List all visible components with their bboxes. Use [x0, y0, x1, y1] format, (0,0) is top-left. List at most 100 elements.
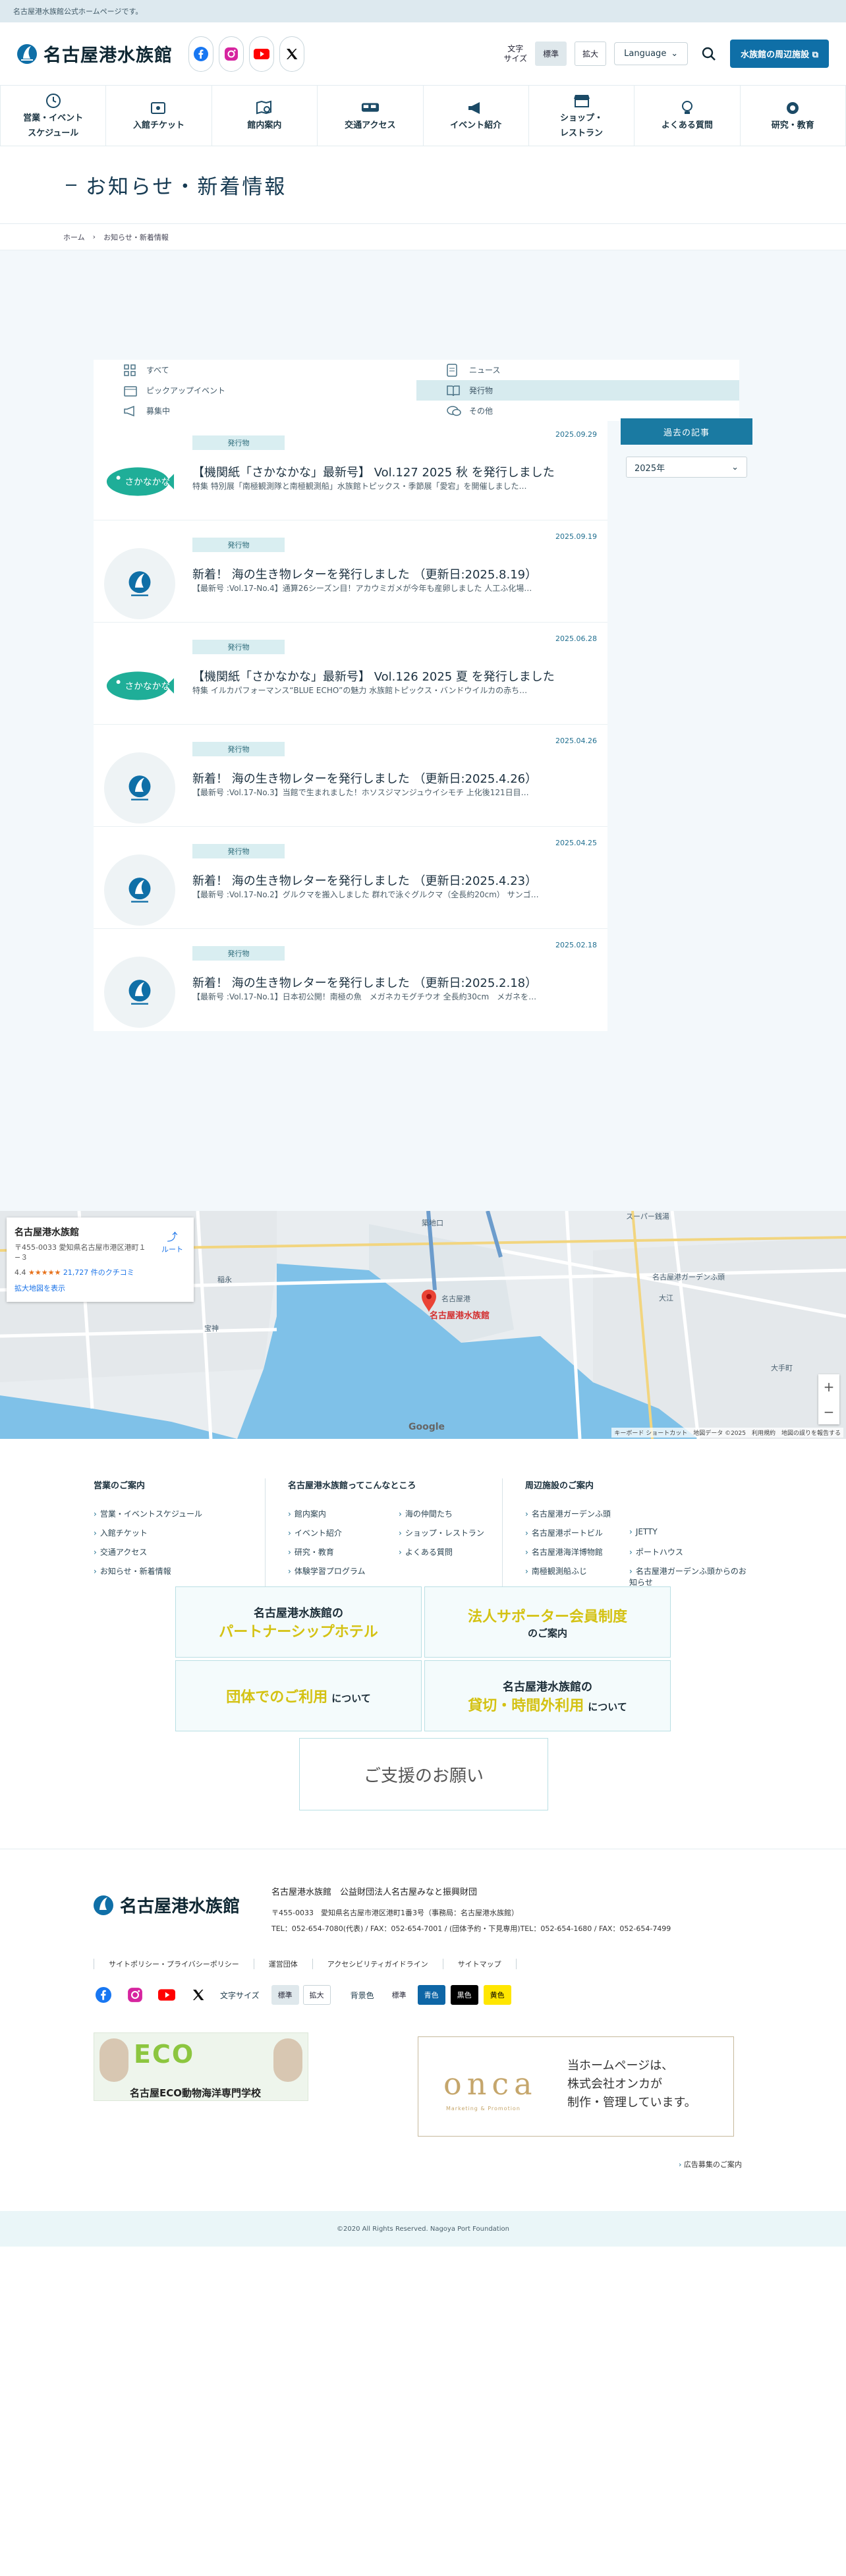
footer-link[interactable]: 海の仲間たち: [399, 1508, 502, 1519]
year-select[interactable]: 2025年 ⌄: [626, 457, 747, 478]
nav-research[interactable]: 研究・教育: [741, 86, 846, 146]
x-icon: [193, 1990, 204, 2000]
student-photo: [273, 2038, 302, 2082]
search-button[interactable]: [696, 41, 722, 67]
text-size-large-button[interactable]: 拡大: [575, 42, 607, 66]
nav-ticket[interactable]: 入館チケット: [106, 86, 212, 146]
footer-link[interactable]: 名古屋港海洋博物館: [525, 1546, 617, 1557]
footer-menu-item[interactable]: サイトポリシー・プライバシーポリシー: [94, 1959, 254, 1969]
nav-access[interactable]: 交通アクセス: [318, 86, 424, 146]
instagram-icon: [225, 47, 238, 61]
instagram-link[interactable]: [125, 1985, 145, 2005]
onca-banner[interactable]: onca Marketing & Promotion 当ホームページは、 株式会…: [418, 2036, 734, 2137]
nav-schedule[interactable]: 営業・イベント スケジュール: [0, 86, 107, 146]
google-map[interactable]: 築地口 名古屋港 大手町 稲永 宝神 大江 名古屋港ガーデンふ頭 スーパー銭湯 …: [0, 1211, 846, 1439]
nearby-facilities-button[interactable]: 水族館の周辺施設 ⧉: [730, 40, 829, 68]
bg-blue-button[interactable]: 青色: [417, 1985, 445, 2005]
facebook-icon: [96, 1987, 111, 2003]
footer-link[interactable]: よくある質問: [399, 1546, 502, 1557]
news-desc: 【最新号 :Vol.17-No.3】当館で生まれました！ホソスジマンジュウイシモ…: [192, 788, 529, 797]
text-size-standard-button[interactable]: 標準: [271, 1985, 299, 2005]
footer-menu-item[interactable]: サイトマップ: [442, 1959, 517, 1969]
text-size-standard-button[interactable]: 標準: [535, 42, 567, 66]
larger-map-link[interactable]: 拡大地図を表示: [14, 1283, 186, 1293]
private-rental-banner[interactable]: 名古屋港水族館の 貸切・時間外利用 について: [424, 1660, 671, 1731]
student-photo: [99, 2038, 128, 2082]
aquarium-logo-icon: [17, 43, 37, 64]
footer-link[interactable]: 交通アクセス: [94, 1546, 265, 1557]
support-request-banner[interactable]: ご支援のお願い: [299, 1738, 548, 1810]
text-size-large-button[interactable]: 拡大: [302, 1985, 331, 2005]
bg-yellow-button[interactable]: 黄色: [483, 1985, 511, 2005]
x-link[interactable]: [188, 1985, 208, 2005]
footer-link[interactable]: 南極観測船ふじ: [525, 1565, 617, 1588]
news-date: 2025.09.19: [555, 532, 597, 541]
footer-link[interactable]: 体験学習プログラム: [288, 1565, 502, 1577]
footer-link[interactable]: 館内案内: [288, 1508, 387, 1519]
footer-link[interactable]: イベント紹介: [288, 1527, 387, 1538]
news-title: 新着！ 海の生き物レターを発行しました （更新日:2025.2.18）: [192, 976, 538, 990]
footer-logo[interactable]: 名古屋港水族館: [94, 1893, 240, 1917]
external-link-icon: ⧉: [812, 50, 818, 60]
nav-events[interactable]: イベント紹介: [424, 86, 529, 146]
route-button[interactable]: ⤴ ルート: [161, 1228, 183, 1254]
nav-shop[interactable]: ショップ・ レストラン: [529, 86, 635, 146]
facebook-link[interactable]: [188, 36, 213, 72]
nav-faq[interactable]: よくある質問: [634, 86, 741, 146]
map-place: 大手町: [771, 1364, 793, 1372]
footer-menu-item[interactable]: 運営団体: [253, 1959, 312, 1969]
breadcrumb-home[interactable]: ホーム: [63, 232, 85, 242]
zoom-out-button[interactable]: −: [824, 1404, 835, 1420]
site-header: 名古屋港水族館 文字 サイズ 標準 拡大 Language ⌄ 水族館の周辺施設 ⧉: [0, 22, 846, 86]
nav-floor-guide[interactable]: 館内案内: [212, 86, 318, 146]
footer-link[interactable]: JETTY: [629, 1527, 752, 1538]
youtube-link[interactable]: [249, 36, 274, 72]
filter-all[interactable]: すべて: [94, 360, 416, 380]
instagram-link[interactable]: [219, 36, 244, 72]
breadcrumb-current: お知らせ・新着情報: [103, 233, 169, 242]
map-place: 名古屋港: [441, 1295, 470, 1303]
site-logo[interactable]: 名古屋港水族館: [17, 41, 173, 67]
footer-menu-item[interactable]: アクセシビリティガイドライン: [312, 1959, 443, 1969]
eco-school-banner[interactable]: ECO 名古屋ECO動物海洋専門学校: [94, 2032, 308, 2101]
filter-pickup-event[interactable]: ピックアップイベント: [94, 380, 416, 401]
news-list: さかなかな 発行物 2025.09.29 【機関紙「さかなかな」最新号】 Vol…: [94, 418, 607, 1031]
ad-recruitment-link[interactable]: 広告募集のご案内: [679, 2159, 742, 2170]
footer-col-guide: 営業のご案内 営業・イベントスケジュール 入館チケット 交通アクセス お知らせ・…: [94, 1478, 265, 1588]
news-title: 新着！ 海の生き物レターを発行しました （更新日:2025.4.26）: [192, 772, 538, 786]
footer-link[interactable]: ショップ・レストラン: [399, 1527, 502, 1538]
corporate-supporter-banner[interactable]: 法人サポーター会員制度 のご案内: [424, 1586, 671, 1658]
news-item[interactable]: さかなかな 発行物 2025.09.29 【機関紙「さかなかな」最新号】 Vol…: [94, 418, 607, 520]
x-link[interactable]: [279, 36, 304, 72]
microscope-icon: [783, 99, 802, 117]
footer-link[interactable]: 名古屋港ポートビル: [525, 1527, 617, 1538]
footer-link[interactable]: お知らせ・新着情報: [94, 1565, 265, 1577]
news-item[interactable]: 発行物 2025.04.26 新着！ 海の生き物レターを発行しました （更新日:…: [94, 725, 607, 827]
news-item[interactable]: さかなかな 発行物 2025.06.28 【機関紙「さかなかな」最新号】 Vol…: [94, 623, 607, 725]
footer-link[interactable]: ポートハウス: [629, 1546, 752, 1557]
partnership-hotel-banner[interactable]: 名古屋港水族館の パートナーシップホテル: [175, 1586, 422, 1658]
bg-standard-button[interactable]: 標準: [385, 1986, 412, 2004]
youtube-link[interactable]: [157, 1985, 177, 2005]
facebook-link[interactable]: [94, 1985, 113, 2005]
footer-links: 営業のご案内 営業・イベントスケジュール 入館チケット 交通アクセス お知らせ・…: [0, 1439, 846, 1588]
bg-black-button[interactable]: 黒色: [450, 1985, 478, 2005]
group-use-banner[interactable]: 団体でのご利用 について: [175, 1660, 422, 1731]
facebook-icon: [194, 46, 208, 61]
sns-links: [188, 36, 304, 72]
footer-link[interactable]: 営業・イベントスケジュール: [94, 1508, 265, 1519]
footer-link[interactable]: 名古屋港ガーデンふ頭: [525, 1508, 752, 1519]
news-item[interactable]: 発行物 2025.09.19 新着！ 海の生き物レターを発行しました （更新日:…: [94, 520, 607, 623]
news-item[interactable]: 発行物 2025.02.18 新着！ 海の生き物レターを発行しました （更新日:…: [94, 929, 607, 1031]
filter-publications[interactable]: 発行物: [416, 380, 739, 401]
footer-link[interactable]: 名古屋港ガーデンふ頭からのお知らせ: [629, 1565, 752, 1588]
filter-news[interactable]: ニュース: [416, 360, 739, 380]
language-select[interactable]: Language ⌄: [614, 42, 689, 65]
footer-link[interactable]: 研究・教育: [288, 1546, 387, 1557]
megaphone-icon: [466, 99, 485, 117]
youtube-icon: [254, 48, 269, 59]
footer-link[interactable]: 入館チケット: [94, 1527, 265, 1538]
news-item[interactable]: 発行物 2025.04.25 新着！ 海の生き物レターを発行しました （更新日:…: [94, 827, 607, 929]
aquarium-logo-icon: [128, 571, 151, 596]
zoom-in-button[interactable]: +: [824, 1379, 835, 1395]
